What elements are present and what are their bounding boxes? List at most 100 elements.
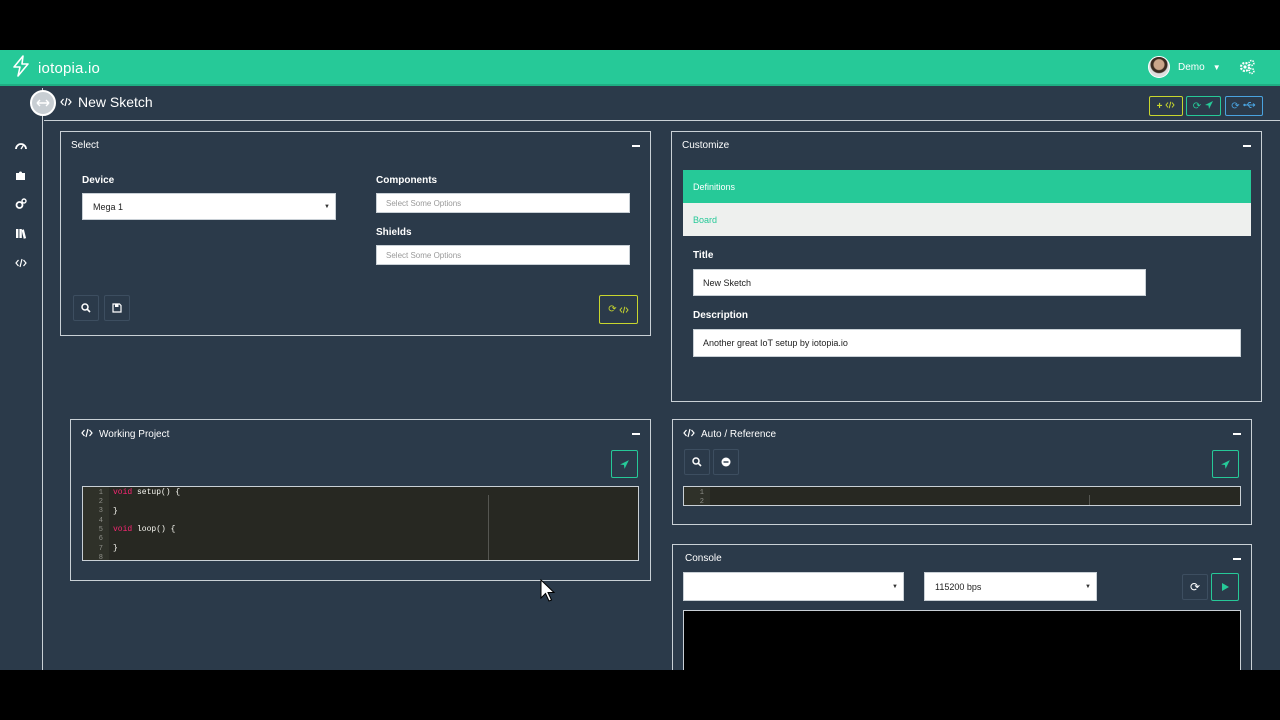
line-number: 4 <box>98 517 103 525</box>
generate-code-button[interactable]: ⟳ <box>599 295 638 324</box>
code-line: void setup() { <box>113 488 181 497</box>
search-icon <box>692 457 702 467</box>
floppy-disk-icon <box>112 303 122 313</box>
panel-title-text: Working Project <box>99 429 170 440</box>
minimize-icon[interactable] <box>1233 433 1241 435</box>
baud-rate-select[interactable]: 115200 bps ▼ <box>924 572 1097 601</box>
print-margin <box>1089 495 1090 505</box>
description-field-value: Another great IoT setup by iotopia.io <box>703 338 848 348</box>
gears-icon[interactable] <box>1238 58 1256 76</box>
remove-button[interactable] <box>713 449 739 475</box>
new-sketch-button[interactable]: + <box>1149 96 1183 116</box>
upload-button[interactable] <box>611 450 638 478</box>
minimize-icon[interactable] <box>1233 558 1241 560</box>
code-editor[interactable]: 1 2 3 4 5 6 7 8 void setup() { } void lo… <box>82 486 639 561</box>
usb-icon <box>1242 101 1257 111</box>
arrows-horizontal-icon <box>36 99 50 107</box>
mouse-cursor-icon <box>540 578 556 608</box>
dashboard-icon[interactable] <box>14 139 28 153</box>
panel-title: Customize <box>682 140 730 151</box>
device-select-value: Mega 1 <box>93 201 124 212</box>
tab-board[interactable]: Board <box>683 203 1251 236</box>
line-number: 6 <box>98 535 103 543</box>
search-icon <box>81 303 91 313</box>
code-line: void loop() { <box>113 525 176 534</box>
refresh-ports-button[interactable]: ⟳ <box>1182 574 1208 600</box>
play-icon <box>1221 583 1229 591</box>
port-select[interactable]: ▼ <box>683 572 904 601</box>
console-output[interactable] <box>683 610 1241 670</box>
components-multiselect[interactable]: Select Some Options <box>376 193 630 213</box>
auto-reference-panel: Auto / Reference <box>672 419 1252 525</box>
app-window: iotopia.io Demo ▼ New Sketch + ⟳ ⟳ Selec… <box>0 50 1280 670</box>
panel-title: Console <box>685 553 722 564</box>
minimize-icon[interactable] <box>632 433 640 435</box>
line-number: 2 <box>98 498 103 506</box>
refresh-icon: ⟳ <box>1192 100 1202 112</box>
title-label: Title <box>693 250 714 261</box>
chevron-down-icon: ▼ <box>892 583 898 590</box>
editor-gutter: 1 2 <box>684 487 710 505</box>
line-number: 3 <box>98 507 103 515</box>
bolt-logo-icon <box>10 54 32 82</box>
plus-icon: + <box>1156 100 1163 112</box>
puzzle-icon[interactable] <box>14 168 28 182</box>
panel-title-text: Auto / Reference <box>701 429 777 440</box>
tab-definitions[interactable]: Definitions <box>683 170 1251 203</box>
brand-name: iotopia.io <box>38 59 101 77</box>
gears-icon[interactable] <box>14 197 28 211</box>
code-icon <box>81 428 93 441</box>
minus-circle-icon <box>721 457 731 467</box>
description-label: Description <box>693 310 749 321</box>
device-label: Device <box>82 175 115 186</box>
line-number: 7 <box>98 545 103 553</box>
paper-plane-icon <box>620 459 629 469</box>
brand[interactable]: iotopia.io <box>10 54 101 82</box>
upload-button[interactable] <box>1212 450 1239 478</box>
code-line: } <box>113 544 118 553</box>
panel-title: Auto / Reference <box>683 428 776 441</box>
components-label: Components <box>376 175 438 186</box>
code-icon[interactable] <box>14 256 28 270</box>
line-number: 8 <box>98 554 103 561</box>
chevron-down-icon: ▼ <box>1212 62 1221 72</box>
shields-multiselect[interactable]: Select Some Options <box>376 245 630 265</box>
minimize-icon[interactable] <box>1243 145 1251 147</box>
user-name: Demo <box>1178 61 1205 73</box>
line-number: 1 <box>699 489 704 497</box>
avatar <box>1148 56 1170 78</box>
code-icon <box>1165 101 1176 111</box>
chevron-down-icon: ▼ <box>324 203 330 210</box>
user-menu[interactable]: Demo ▼ <box>1148 56 1221 78</box>
page-title-text: New Sketch <box>78 94 153 110</box>
search-button[interactable] <box>73 295 99 321</box>
sidebar-toggle-button[interactable] <box>30 90 56 116</box>
save-button[interactable] <box>104 295 130 321</box>
refresh-deploy-button[interactable]: ⟳ <box>1186 96 1221 116</box>
description-field[interactable]: Another great IoT setup by iotopia.io <box>693 329 1241 357</box>
chevron-down-icon: ▼ <box>1085 583 1091 590</box>
connect-button[interactable] <box>1211 573 1239 601</box>
code-icon <box>683 428 695 441</box>
title-field[interactable]: New Sketch <box>693 269 1146 296</box>
refresh-icon: ⟳ <box>1231 100 1240 112</box>
shields-placeholder: Select Some Options <box>386 250 462 260</box>
shields-label: Shields <box>376 227 412 238</box>
select-panel: Select <box>60 131 651 336</box>
reference-editor[interactable]: 1 2 <box>683 486 1241 506</box>
editor-gutter: 1 2 3 4 5 6 7 8 <box>83 487 109 560</box>
panel-title: Select <box>71 140 99 151</box>
refresh-usb-button[interactable]: ⟳ <box>1225 96 1263 116</box>
divider <box>44 120 1280 121</box>
refresh-icon: ⟳ <box>1189 580 1201 594</box>
panel-title: Working Project <box>81 428 169 441</box>
components-placeholder: Select Some Options <box>386 198 462 208</box>
minimize-icon[interactable] <box>632 145 640 147</box>
baud-rate-value: 115200 bps <box>935 581 982 592</box>
paper-plane-icon <box>1204 100 1214 112</box>
search-button[interactable] <box>684 449 710 475</box>
library-icon[interactable] <box>14 226 28 240</box>
device-select[interactable]: Mega 1 ▼ <box>82 193 336 220</box>
code-line: } <box>113 507 118 516</box>
title-field-value: New Sketch <box>703 277 752 288</box>
